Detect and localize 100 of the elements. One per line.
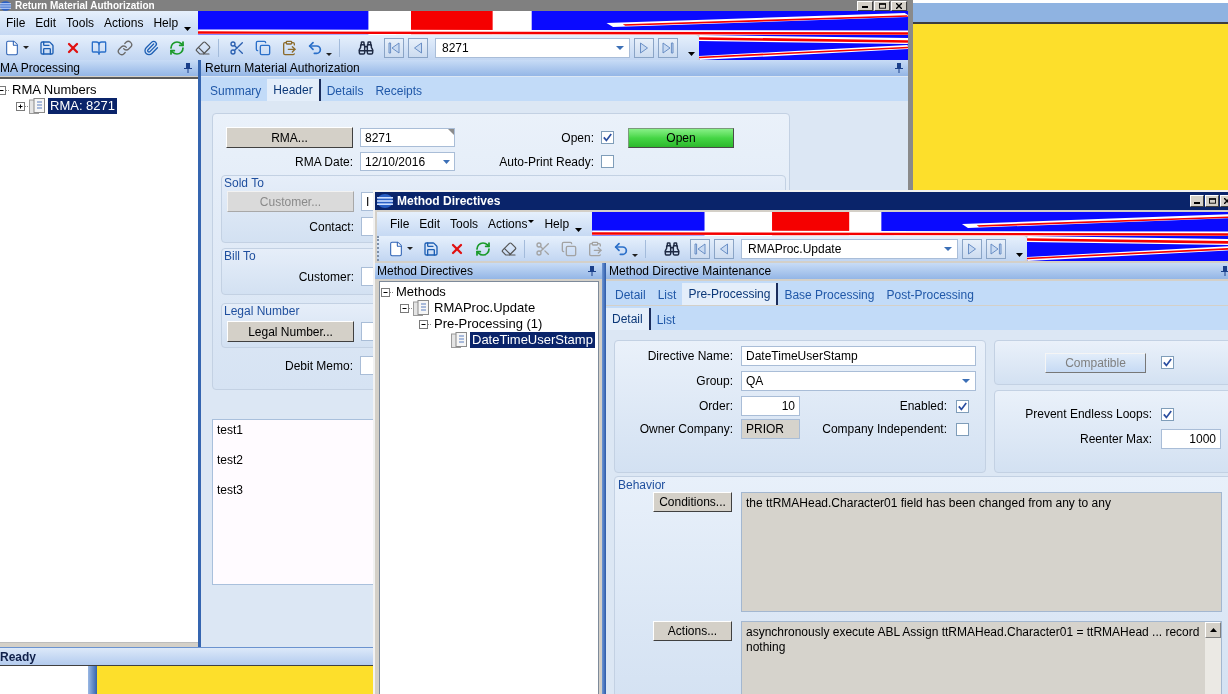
splitter-bar[interactable] [88,666,97,694]
tab[interactable]: Detail [606,308,651,330]
menu-item[interactable]: Tools [61,13,100,33]
minimize-button[interactable] [1190,195,1204,207]
minus-box-icon[interactable] [381,287,394,297]
field-label: Debit Memo: [284,357,353,375]
next-record-button[interactable] [962,238,982,259]
actions-text-area[interactable]: asynchronously execute ABL Assign ttRMAHead.Character01 = ttRMAHead ... record nothing [741,621,1222,694]
debit-memo-field[interactable] [360,356,373,375]
binoculars-icon [358,39,374,56]
eraser-icon [195,39,211,56]
next-record-button[interactable] [634,37,654,58]
memo-field[interactable]: test1 test2 test3 [212,419,373,585]
directive-name-field[interactable]: DateTimeUserStamp [741,346,976,366]
panel-title: Method Directive Maintenance [609,263,772,279]
group-title: Legal Number [223,304,300,318]
conditions-text-area[interactable]: the ttRMAHead.Character01 field has been changed from any to any [741,492,1222,612]
tab[interactable]: Details [320,81,370,101]
record-combo[interactable]: 8271 [435,37,630,58]
window-title: Return Material Authorization [15,0,155,11]
document-icon [29,98,45,114]
owner-company-field[interactable]: PRIOR [741,419,800,439]
date-field[interactable]: 12/10/2016 [360,152,455,171]
pin-icon[interactable] [895,63,903,73]
actions-button[interactable]: Actions... [653,621,732,641]
last-record-button[interactable] [658,37,678,58]
tree-item[interactable]: RMA: 8271 [48,98,118,114]
checkbox[interactable] [1161,407,1174,421]
rma-button[interactable]: RMA... [226,127,353,148]
minus-box-icon[interactable] [419,319,432,329]
menu-item[interactable]: Edit [414,214,446,234]
tab[interactable]: List [650,310,682,330]
tab[interactable]: Base Processing [778,285,881,305]
order-field[interactable]: 10 [741,396,800,416]
copy-icon [561,240,577,257]
document-icon [388,240,404,257]
menu-item[interactable]: Tools [445,214,484,234]
window-title: Method Directives [397,193,501,209]
caret-icon [443,159,450,164]
clipboard-icon [281,39,297,56]
scrollbar[interactable] [1205,622,1221,694]
menu-item[interactable]: Actions [99,13,149,33]
menu-item[interactable]: Help [539,214,575,234]
minimize-button[interactable] [857,0,873,11]
document-icon [451,332,467,348]
plus-box-icon[interactable] [16,101,29,111]
tab[interactable]: List [651,285,683,305]
tab[interactable]: Detail [609,285,652,305]
tab[interactable]: Pre-Processing [682,283,779,305]
previous-record-button[interactable] [408,37,428,58]
triangle-left-icon [412,41,424,54]
pin-icon[interactable] [184,63,192,73]
first-record-button[interactable] [384,37,404,58]
tree-item[interactable]: Pre-Processing (1) [432,316,545,332]
checkbox[interactable] [956,399,969,413]
conditions-button[interactable]: Conditions... [653,492,732,512]
maximize-button[interactable] [1205,195,1219,207]
field-label: Prevent Endless Loops: [1025,406,1152,423]
scroll-up-button[interactable] [1205,622,1221,638]
field-label: Auto-Print Ready: [499,153,594,171]
minus-box-icon[interactable] [0,85,10,95]
previous-record-button[interactable] [714,238,734,259]
close-button[interactable] [891,0,907,11]
caret-icon [944,246,952,251]
field-label: RMA Date: [294,153,353,171]
first-record-button[interactable] [690,238,710,259]
tree-item[interactable]: Methods [394,284,448,300]
last-record-button[interactable] [986,238,1006,259]
checkbox[interactable] [956,422,969,436]
menu-item[interactable]: File [1,13,31,33]
record-combo[interactable]: RMAProc.Update [741,238,958,259]
eraser-icon [501,240,517,257]
pin-icon[interactable] [588,266,596,276]
tree-item[interactable]: RMA Numbers [10,82,99,98]
checkbox[interactable] [601,155,614,168]
maximize-button[interactable] [874,0,890,11]
pin-icon[interactable] [1221,266,1228,276]
group-dropdown[interactable]: QA [741,371,976,391]
caret-icon [407,247,413,250]
field-label: Enabled: [899,398,947,415]
rma-number-field[interactable]: 8271 [360,128,455,147]
tree-item[interactable]: RMAProc.Update [432,300,538,316]
tab[interactable]: Header [267,79,321,101]
tab[interactable]: Receipts [369,81,429,101]
open-book-icon [91,39,107,56]
legal-number-button[interactable]: Legal Number... [227,321,354,342]
caret-icon [575,228,583,232]
menu-item[interactable]: Edit [30,13,62,33]
checkbox[interactable] [601,131,614,144]
menu-item[interactable]: Help [148,13,184,33]
field-label: Contact: [309,218,354,236]
tab[interactable]: Post-Processing [880,285,980,305]
tree-item[interactable]: DateTimeUserStamp [470,332,595,348]
menu-item[interactable]: Actions [483,214,540,234]
menu-item[interactable]: File [385,214,415,234]
clipboard-icon [587,240,603,257]
tab[interactable]: Summary [204,81,268,101]
close-icon [896,2,902,9]
minus-box-icon[interactable] [400,303,413,313]
reenter-max-field[interactable]: 1000 [1161,429,1221,449]
